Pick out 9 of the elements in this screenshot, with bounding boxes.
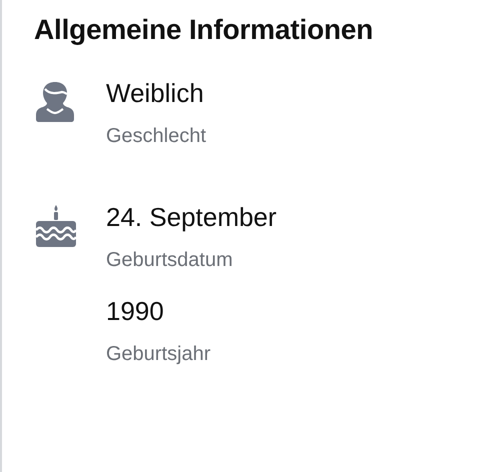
cake-icon	[34, 204, 78, 248]
field-value: Weiblich	[106, 77, 205, 110]
field-label: Geschlecht	[106, 124, 206, 148]
field-value: 24. September	[106, 201, 277, 234]
field-value: 1990	[106, 295, 165, 328]
field-label: Geburtsdatum	[106, 248, 234, 272]
field-label: Geburtsjahr	[106, 342, 210, 366]
section-title: Allgemeine Informationen	[34, 14, 374, 46]
person-icon	[34, 80, 76, 124]
